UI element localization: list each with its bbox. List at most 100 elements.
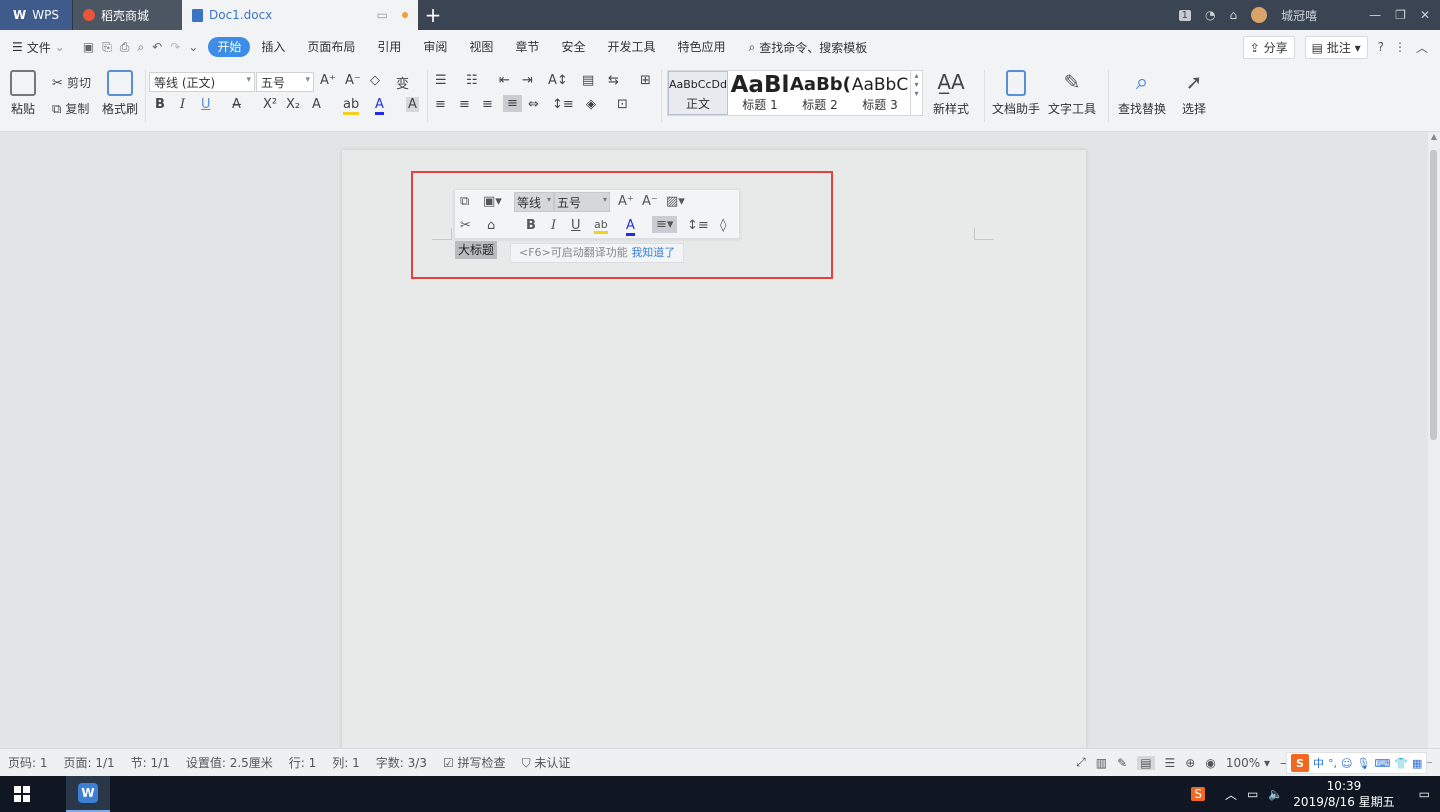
clock-icon[interactable]: ◔ [1205, 8, 1215, 22]
web-view-icon[interactable]: ⊕ [1185, 756, 1195, 770]
font-color-button[interactable]: A [375, 97, 384, 115]
tab-special[interactable]: 特色应用 [666, 37, 736, 57]
insert-image-icon[interactable]: ▨▾ [666, 194, 685, 209]
paste-icon[interactable]: ▣▾ [483, 194, 502, 209]
superscript-icon[interactable]: X² [263, 97, 277, 112]
mini-underline-button[interactable]: U [571, 218, 581, 233]
redo-icon[interactable]: ↷ [170, 40, 180, 55]
line-spacing-icon[interactable]: ↕≡ [552, 97, 574, 112]
distribute-icon[interactable]: ⇔ [528, 97, 539, 112]
shirt-icon[interactable]: ⌂ [1230, 8, 1238, 22]
tab-store[interactable]: 稻壳商城 [72, 0, 182, 30]
sogou-tray-icon[interactable]: S [1191, 787, 1205, 801]
ime-toolbar[interactable]: S 中 °, ☺ 🎙 ⌨ 👕 ▦ [1286, 752, 1428, 774]
shrink-font-icon[interactable]: A⁻ [345, 73, 361, 88]
mini-font-color-button[interactable]: A [626, 218, 635, 236]
emoji-icon[interactable]: ☺ [1341, 757, 1352, 770]
mini-size-select[interactable]: 五号 [554, 192, 610, 212]
monitor-icon[interactable]: ▭ [377, 8, 388, 22]
clock[interactable]: 10:39 2019/8/16 星期五 [1293, 778, 1394, 810]
mic-icon[interactable]: 🎙 [1356, 757, 1370, 770]
find-replace-button[interactable]: ⌕ 查找替换 [1118, 70, 1166, 117]
style-heading-2[interactable]: AaBb( 标题 2 [790, 71, 850, 115]
paste-button[interactable]: 粘贴 [10, 70, 36, 117]
taskbar-wps-app[interactable]: W [66, 776, 110, 812]
format-painter-button[interactable]: 格式刷 [102, 70, 138, 117]
undo-icon[interactable]: ↶ [152, 40, 162, 55]
tray-expand-icon[interactable]: ︿ [1225, 786, 1237, 803]
tab-security[interactable]: 安全 [550, 37, 596, 57]
mini-bold-button[interactable]: B [526, 218, 536, 233]
page-view-icon[interactable]: ▤ [1137, 755, 1155, 770]
copy-icon[interactable]: ⧉ [460, 194, 469, 209]
tab-developer[interactable]: 开发工具 [596, 37, 666, 57]
tab-wps-home[interactable]: W WPS [0, 0, 72, 30]
windows-start-icon[interactable] [0, 776, 44, 812]
volume-icon[interactable]: 🔈 [1268, 787, 1283, 801]
spell-check-button[interactable]: ☑ 拼写检查 [435, 754, 514, 771]
share-button[interactable]: ⇪ 分享 [1242, 35, 1295, 59]
status-words[interactable]: 字数: 3/3 [368, 754, 435, 771]
style-heading-1[interactable]: AaBl 标题 1 [730, 71, 790, 115]
bullet-list-icon[interactable]: ☰ [435, 73, 447, 88]
grid-icon[interactable]: ▦ [1412, 757, 1422, 770]
shading-icon[interactable]: ◈ [586, 97, 596, 112]
justify-icon[interactable]: ≡ [503, 95, 522, 112]
decrease-indent-icon[interactable]: ⇤ [499, 73, 510, 88]
grow-font-icon[interactable]: A⁺ [618, 194, 634, 209]
increase-indent-icon[interactable]: ⇥ [522, 73, 533, 88]
select-button[interactable]: ➚ 选择 [1182, 70, 1206, 117]
close-icon[interactable]: ✕ [1420, 8, 1430, 22]
font-family-select[interactable]: 等线 (正文) [149, 72, 255, 92]
sort-icon[interactable]: ⇆ [608, 73, 619, 88]
phonetic-icon[interactable]: 变 [396, 73, 409, 92]
export-icon[interactable]: ⎘ [102, 40, 112, 55]
write-mode-icon[interactable]: ✎ [1117, 756, 1127, 770]
align-center-icon[interactable]: ≡ [459, 97, 470, 112]
save-icon[interactable]: ▣ [83, 40, 94, 55]
grow-font-icon[interactable]: A⁺ [320, 73, 336, 88]
borders-icon[interactable]: ⊡ [617, 97, 628, 112]
align-right-icon[interactable]: ≡ [482, 97, 493, 112]
minimize-icon[interactable]: — [1369, 8, 1381, 22]
chinese-layout-icon[interactable]: A↕ [548, 73, 568, 88]
restore-icon[interactable]: ❐ [1395, 8, 1406, 22]
mini-highlight-icon[interactable]: ab [594, 218, 608, 234]
zoom-select[interactable]: 100% ▾ [1226, 756, 1270, 770]
more-icon[interactable]: ⌄ [188, 40, 198, 55]
outline-view-icon[interactable]: ☰ [1165, 756, 1176, 770]
tip-dismiss-link[interactable]: 我知道了 [631, 246, 675, 259]
scroll-thumb[interactable] [1430, 150, 1437, 440]
collapse-ribbon-icon[interactable]: ︿ [1416, 39, 1428, 56]
eye-protect-icon[interactable]: ◉ [1205, 756, 1215, 770]
tab-home[interactable]: 开始 [208, 37, 251, 57]
help-icon[interactable]: ? [1378, 40, 1384, 54]
doc-assistant-button[interactable]: 文档助手 [992, 70, 1040, 117]
scroll-up-icon[interactable]: ▲ [1428, 132, 1440, 141]
vertical-scrollbar[interactable]: ▲ [1428, 132, 1440, 748]
mini-italic-button[interactable]: I [551, 218, 556, 233]
skin-icon[interactable]: 👕 [1394, 757, 1408, 770]
selected-heading-text[interactable]: 大标题 [455, 241, 498, 259]
style-normal[interactable]: AaBbCcDd 正文 [668, 71, 728, 115]
italic-button[interactable]: I [180, 97, 185, 112]
eraser-icon[interactable]: ◇ [370, 73, 380, 88]
sogou-icon[interactable]: S [1291, 754, 1309, 772]
new-style-button[interactable]: A̲A 新样式 [933, 70, 969, 117]
subscript-icon[interactable]: X₂ [286, 97, 300, 112]
copy-button[interactable]: ⧉ 复制 [52, 100, 89, 117]
cut-button[interactable]: ✂ 剪切 [52, 74, 91, 91]
ime-punct[interactable]: °, [1328, 757, 1337, 770]
window-count-badge[interactable]: 1 [1178, 9, 1192, 21]
print-icon[interactable]: ⎙ [120, 40, 130, 55]
file-menu[interactable]: ☰ 文件 ⌄ [12, 39, 73, 56]
mini-line-spacing-icon[interactable]: ↕≡ [687, 218, 709, 233]
avatar[interactable] [1251, 7, 1268, 23]
gallery-scroll[interactable]: ▴ ▾ ▾ [910, 71, 922, 115]
mini-align-icon[interactable]: ≡▾ [652, 216, 678, 233]
tab-view[interactable]: 视图 [458, 37, 504, 57]
text-direction-icon[interactable]: ▤ [582, 73, 594, 88]
notification-icon[interactable]: ▭ [1419, 787, 1430, 801]
mini-font-select[interactable]: 等线 [514, 192, 554, 212]
highlight-icon[interactable]: ab [343, 97, 360, 115]
